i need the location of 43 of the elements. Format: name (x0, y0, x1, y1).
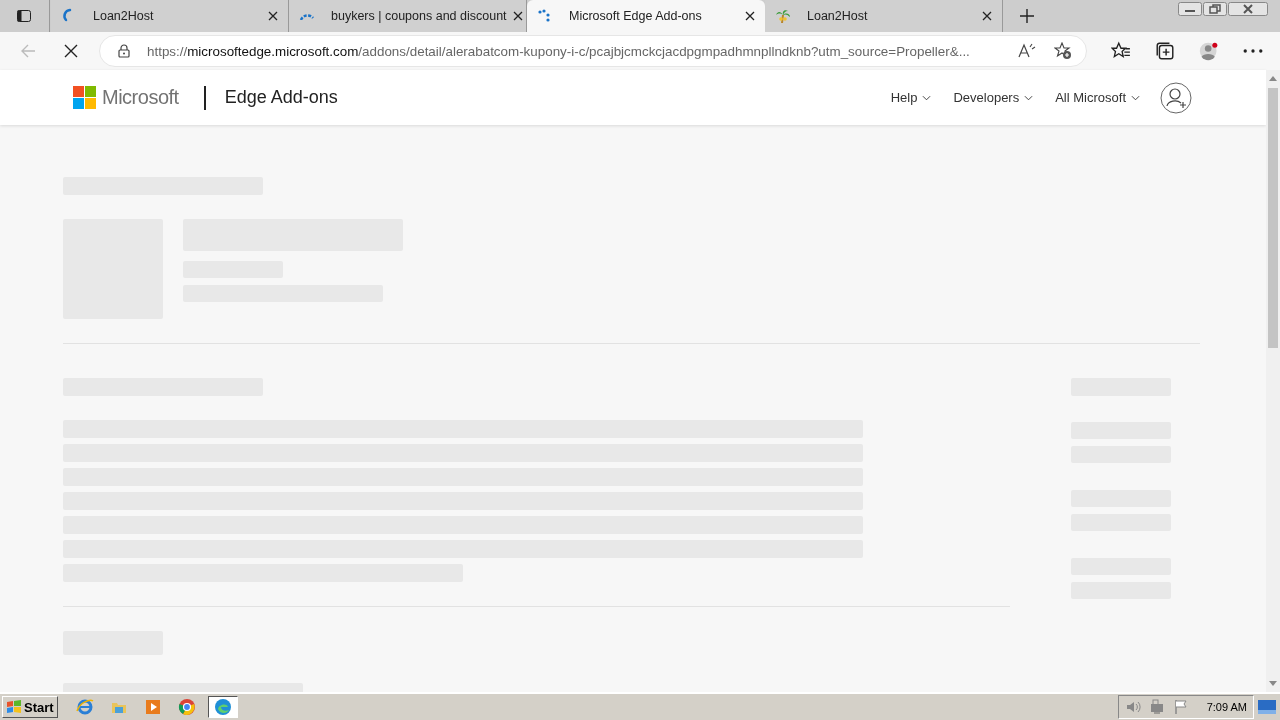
stop-loading-icon[interactable] (63, 43, 79, 59)
loading-spinner-icon (299, 12, 315, 20)
nav-menu-button[interactable]: Help (888, 86, 934, 109)
flag-icon[interactable] (1172, 699, 1189, 715)
clock-text[interactable]: 7:09 AM (1206, 701, 1247, 713)
taskbar-app-button[interactable] (207, 696, 238, 718)
minimize-icon[interactable] (1178, 2, 1202, 16)
close-tab-icon[interactable] (745, 11, 755, 21)
caret-icon (1024, 94, 1034, 101)
windows-logo-icon (73, 86, 96, 109)
browser-icon (177, 698, 196, 716)
close-tab-icon[interactable] (268, 11, 278, 21)
url-text: https://microsoftedge.microsoft.com/addons/detail/alerabatcom-kupony-i-c/pcajbjcmckcjacdpgmpadhmnpllndknb?utm_source=Propeller&... (147, 43, 971, 59)
lock-icon[interactable] (118, 44, 130, 58)
palm-tree-icon (775, 8, 791, 24)
media-player-icon (143, 698, 162, 716)
scroll-down-icon[interactable] (1269, 681, 1277, 687)
windows-logo-icon (6, 699, 22, 715)
scroll-up-icon[interactable] (1269, 75, 1277, 81)
caret-icon (1131, 94, 1140, 101)
profile-avatar-icon[interactable] (1199, 41, 1219, 61)
nav-menu-button[interactable]: All Microsoft (1053, 86, 1142, 109)
scrollbar[interactable] (1266, 70, 1280, 692)
new-tab-icon[interactable] (1019, 8, 1035, 24)
close-tab-icon[interactable] (982, 11, 992, 21)
nav-menu-button[interactable]: Developers (951, 86, 1036, 109)
browser-icon (213, 698, 232, 716)
start-button[interactable]: Start (2, 696, 58, 718)
site-title[interactable]: Edge Add-ons (224, 87, 338, 108)
close-window-icon[interactable] (1228, 2, 1268, 16)
add-favorite-icon[interactable] (1054, 42, 1072, 60)
restore-icon[interactable] (1203, 2, 1227, 16)
browser-icon (75, 698, 94, 716)
sign-in-icon[interactable] (1160, 81, 1192, 114)
read-aloud-icon[interactable] (1018, 42, 1036, 60)
browser-tab[interactable]: Microsoft Edge Add-ons (527, 0, 765, 32)
caret-icon (922, 94, 932, 101)
address-bar[interactable]: https://microsoftedge.microsoft.com/addons/detail/alerabatcom-kupony-i-c/pcajbjcmckcjacdpgmpadhmnpllndknb?utm_source=Propeller&... (99, 35, 1087, 67)
collections-icon[interactable] (1155, 41, 1175, 61)
favorites-icon[interactable] (1111, 41, 1131, 61)
brand-name[interactable]: Microsoft (102, 86, 179, 109)
tab-actions-icon[interactable] (16, 8, 32, 24)
close-tab-icon[interactable] (512, 11, 523, 21)
